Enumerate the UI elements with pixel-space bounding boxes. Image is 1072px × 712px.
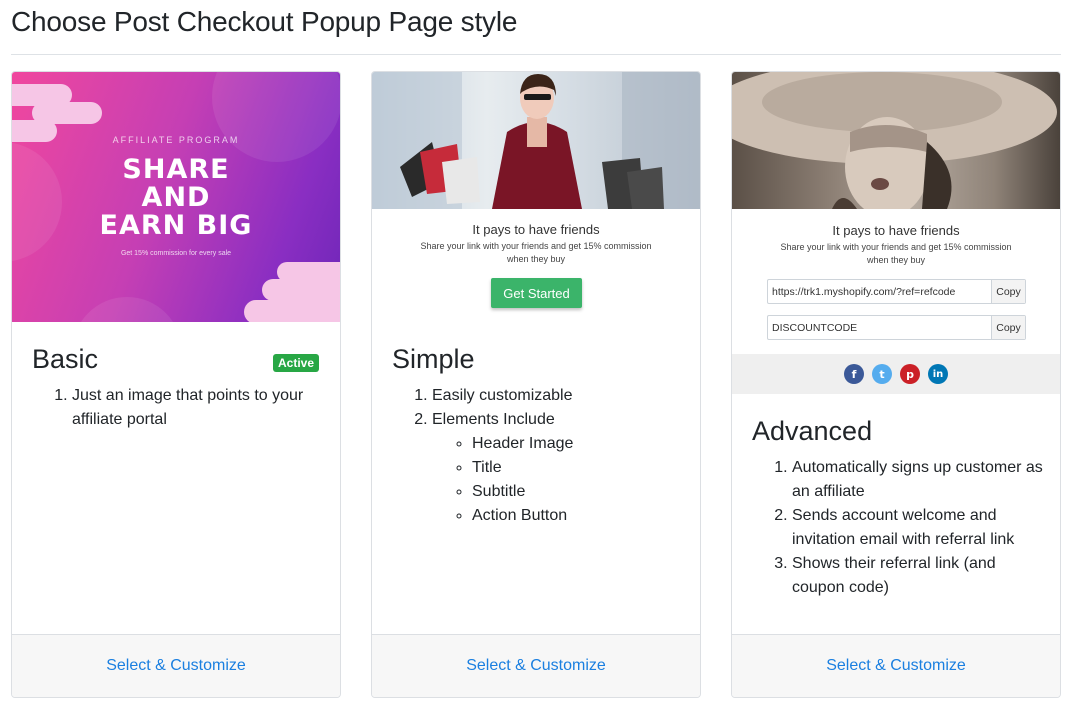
linkedin-icon[interactable]: in — [928, 364, 948, 384]
social-share-bar: f t p in — [732, 354, 1060, 394]
card-simple: It pays to have friends Share your link … — [371, 71, 701, 698]
feature-item: Sends account welcome and invitation ema… — [792, 504, 1052, 552]
feature-item: Elements Include Header Image Title Subt… — [432, 408, 692, 528]
simple-header-image — [372, 72, 700, 209]
banner-headline: SHARE AND EARN BIG — [99, 154, 253, 241]
card-footer: Select & Customize — [732, 634, 1060, 697]
popup-title: It pays to have friends — [472, 222, 600, 237]
banner-subtext: Get 15% commission for every sale — [120, 250, 232, 257]
card-title-simple: Simple — [392, 344, 475, 374]
select-customize-simple-link[interactable]: Select & Customize — [466, 657, 606, 675]
discount-code-input[interactable] — [768, 316, 991, 339]
referral-link-input[interactable] — [768, 280, 991, 303]
facebook-icon[interactable]: f — [844, 364, 864, 384]
select-customize-advanced-link[interactable]: Select & Customize — [826, 657, 966, 675]
feature-item: Easily customizable — [432, 384, 692, 408]
advanced-header-image — [732, 72, 1060, 209]
active-badge: Active — [273, 354, 320, 372]
copy-link-button[interactable]: Copy — [991, 280, 1025, 303]
feature-list-simple: Easily customizable Elements Include Hea… — [372, 384, 692, 528]
card-footer: Select & Customize — [12, 634, 340, 697]
page-title: Choose Post Checkout Popup Page style — [11, 6, 518, 37]
card-basic: AFFILIATE PROGRAM SHARE AND EARN BIG Get… — [11, 71, 341, 698]
card-advanced: It pays to have friends Share your link … — [731, 71, 1061, 698]
twitter-icon[interactable]: t — [872, 364, 892, 384]
card-footer: Select & Customize — [372, 634, 700, 697]
popup-title: It pays to have friends — [832, 223, 960, 238]
sub-feature-item: Action Button — [472, 504, 692, 528]
banner-label: AFFILIATE PROGRAM — [112, 135, 240, 145]
sub-feature-item: Subtitle — [472, 480, 692, 504]
title-divider — [11, 54, 1061, 55]
discount-code-group: Copy — [767, 315, 1026, 340]
sub-feature-list: Header Image Title Subtitle Action Butto… — [432, 432, 692, 528]
select-customize-basic-link[interactable]: Select & Customize — [106, 657, 246, 675]
sub-feature-item: Header Image — [472, 432, 692, 456]
copy-code-button[interactable]: Copy — [991, 316, 1025, 339]
feature-item: Automatically signs up customer as an af… — [792, 456, 1052, 504]
feature-list-basic: Just an image that points to your affili… — [12, 384, 332, 432]
get-started-button[interactable]: Get Started — [491, 278, 582, 308]
feature-list-advanced: Automatically signs up customer as an af… — [732, 456, 1052, 600]
feature-item: Shows their referral link (and coupon co… — [792, 552, 1052, 600]
card-title-advanced: Advanced — [752, 416, 873, 446]
feature-item: Just an image that points to your affili… — [72, 384, 332, 432]
pinterest-icon[interactable]: p — [900, 364, 920, 384]
sub-feature-item: Title — [472, 456, 692, 480]
referral-link-group: Copy — [767, 279, 1026, 304]
card-title-basic: Basic — [32, 344, 99, 374]
popup-subtitle: Share your link with your friends and ge… — [780, 242, 1012, 265]
popup-subtitle: Share your link with your friends and ge… — [420, 241, 652, 264]
basic-banner-image: AFFILIATE PROGRAM SHARE AND EARN BIG Get… — [12, 72, 340, 322]
